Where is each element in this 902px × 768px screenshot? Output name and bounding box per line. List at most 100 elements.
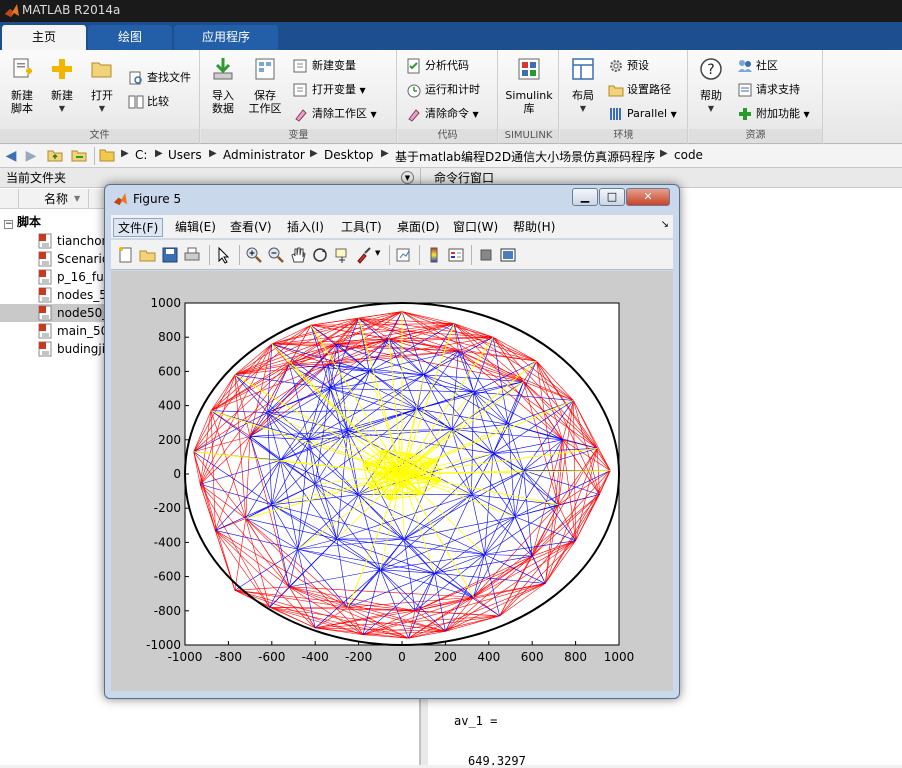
open-button[interactable]: 打开 ▼	[86, 56, 118, 115]
preferences-button[interactable]: 预设	[608, 56, 649, 76]
y-tick-label: 600	[158, 364, 181, 378]
section-label-file: 文件	[0, 129, 199, 143]
file-name: budingji	[57, 342, 106, 356]
breadcrumb-item[interactable]: code	[674, 148, 703, 162]
tab-home[interactable]: 主页	[2, 25, 86, 50]
analyze-code-button[interactable]: 分析代码	[406, 56, 469, 76]
menu-file[interactable]: 文件(F)	[113, 218, 164, 237]
simulink-library-button[interactable]: Simulink 库	[503, 56, 555, 115]
addons-button[interactable]: 附加功能 ▼	[737, 104, 810, 124]
zoom-out-icon[interactable]	[267, 246, 285, 264]
compare-button[interactable]: 比较	[128, 92, 169, 112]
menu-help[interactable]: 帮助(H)	[509, 218, 559, 237]
menu-insert[interactable]: 插入(I)	[283, 218, 328, 237]
back-arrow-icon[interactable]: ◀	[2, 147, 20, 165]
dock-arrow-icon[interactable]: ↘	[661, 219, 669, 230]
breadcrumb-separator-icon: ▶	[209, 148, 217, 159]
x-tick-label: -600	[258, 650, 285, 664]
addons-plus-icon	[739, 108, 751, 120]
new-variable-button[interactable]: 新建变量	[293, 56, 356, 76]
menu-edit[interactable]: 编辑(E)	[171, 218, 220, 237]
new-script-button[interactable]: 新建 脚本	[4, 56, 40, 115]
brush-icon[interactable]	[355, 246, 373, 264]
breadcrumb-item[interactable]: Users	[168, 148, 202, 162]
help-label: 帮助	[700, 89, 722, 102]
parallel-button[interactable]: Parallel ▼	[608, 104, 677, 124]
menu-window[interactable]: 窗口(W)	[449, 218, 502, 237]
new-figure-icon[interactable]	[117, 246, 135, 264]
legend-icon[interactable]	[447, 246, 465, 264]
menu-view[interactable]: 查看(V)	[226, 218, 276, 237]
request-support-button[interactable]: 请求支持	[737, 80, 800, 100]
compare-label: 比较	[147, 95, 169, 108]
tree-group-scripts[interactable]: − 脚本	[4, 213, 41, 230]
print-icon[interactable]	[183, 246, 201, 264]
close-button[interactable]: ✕	[626, 188, 670, 206]
y-tick-label: 0	[173, 467, 181, 481]
pan-hand-icon[interactable]	[289, 246, 307, 264]
layout-button[interactable]: 布局 ▼	[566, 56, 600, 115]
maximize-button[interactable]: □	[599, 188, 625, 206]
analyze-code-label: 分析代码	[425, 59, 469, 72]
select-arrow-icon[interactable]	[215, 246, 233, 264]
chevron-down-icon[interactable]: ▼	[375, 249, 380, 257]
breadcrumb-item[interactable]: Desktop	[324, 148, 374, 162]
link-plot-icon[interactable]	[395, 246, 413, 264]
zoom-in-icon[interactable]	[245, 246, 263, 264]
toolbar-separator	[389, 245, 390, 265]
analyze-code-icon	[407, 58, 420, 74]
ribbon-section-variable: 导入 数据 保存 工作区 新建变量 打开变量 ▼ 清除工作区 ▼ 变量	[201, 50, 397, 144]
rotate-3d-icon[interactable]	[311, 246, 329, 264]
breadcrumb-item[interactable]: C:	[135, 148, 147, 162]
network-topology-plot[interactable]: -1000 -800 -600 -400 -200 0 200 400 600 800 1000 -…	[111, 271, 673, 691]
find-files-button[interactable]: 查找文件	[128, 68, 191, 88]
new-button[interactable]: 新建 ▼	[46, 56, 78, 115]
column-name-header[interactable]: 名称	[44, 189, 68, 209]
section-label-simulink: SIMULINK	[499, 129, 558, 143]
clear-workspace-button[interactable]: 清除工作区 ▼	[293, 104, 377, 124]
forward-arrow-icon[interactable]: ▶	[22, 147, 40, 165]
chevron-down-icon: ▼	[670, 110, 677, 119]
menu-desktop[interactable]: 桌面(D)	[393, 218, 444, 237]
collapse-icon[interactable]: −	[4, 220, 13, 229]
parallel-label: Parallel	[627, 107, 668, 120]
minimize-button[interactable]: ▁	[572, 188, 598, 206]
x-tick-label: -200	[345, 650, 372, 664]
tab-apps[interactable]: 应用程序	[174, 25, 278, 50]
matlab-figure-icon	[113, 192, 128, 206]
open-file-icon[interactable]	[139, 246, 157, 264]
toolbar-separator	[209, 245, 210, 265]
community-button[interactable]: 社区	[737, 56, 778, 76]
m-file-icon	[38, 323, 52, 339]
show-plot-tools-icon[interactable]	[499, 246, 517, 264]
clear-workspace-label: 清除工作区	[312, 107, 367, 120]
breadcrumb-item[interactable]: 基于matlab编程D2D通信大小场景仿真源码程序	[395, 148, 655, 165]
menu-tools[interactable]: 工具(T)	[337, 218, 386, 237]
run-time-button[interactable]: 运行和计时	[406, 80, 480, 100]
breadcrumb-item[interactable]: Administrator	[223, 148, 305, 162]
tab-plots[interactable]: 绘图	[88, 25, 172, 50]
hide-plot-tools-icon[interactable]	[477, 246, 495, 264]
save-figure-icon[interactable]	[161, 246, 179, 264]
panel-options-icon[interactable]: ▼	[401, 171, 414, 184]
set-path-button[interactable]: 设置路径	[608, 80, 671, 100]
clear-commands-button[interactable]: 清除命令 ▼	[406, 104, 479, 124]
file-name: node50_	[57, 306, 109, 320]
colorbar-icon[interactable]	[425, 246, 443, 264]
import-data-button[interactable]: 导入 数据	[207, 56, 239, 115]
open-variable-label: 打开变量	[312, 83, 356, 96]
save-workspace-button[interactable]: 保存 工作区	[247, 56, 283, 115]
folder-open-icon	[91, 62, 112, 78]
help-button[interactable]: ? 帮助 ▼	[695, 56, 727, 115]
figure-window[interactable]: Figure 5 ▁ □ ✕ 文件(F) 编辑(E) 查看(V) 插入(I) 工…	[104, 184, 680, 699]
clear-commands-label: 清除命令	[425, 107, 469, 120]
section-label-resources: 资源	[689, 129, 822, 143]
folder-up-icon[interactable]	[46, 147, 64, 165]
browse-folder-icon[interactable]	[70, 147, 88, 165]
command-output-value: 649.3297	[468, 754, 526, 768]
open-variable-button[interactable]: 打开变量 ▼	[293, 80, 366, 100]
new-variable-label: 新建变量	[312, 59, 356, 72]
data-cursor-icon[interactable]	[333, 246, 351, 264]
folder-path-icon	[608, 85, 624, 97]
app-title: MATLAB R2014a	[22, 3, 121, 17]
